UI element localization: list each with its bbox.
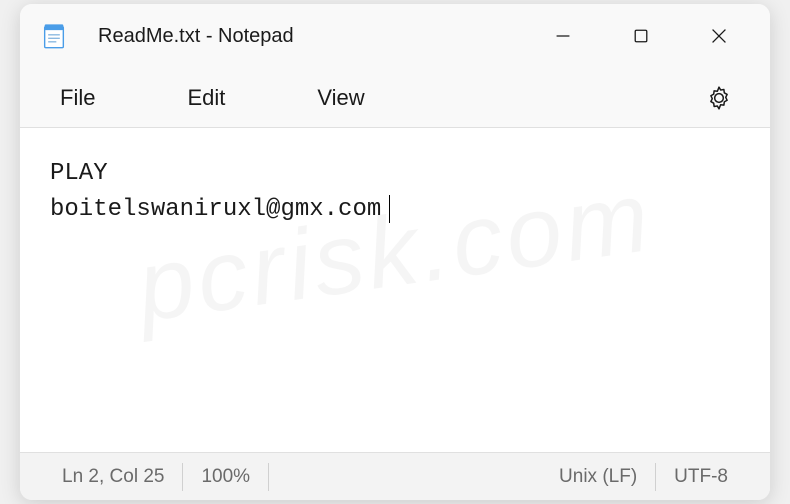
editor-line-1: PLAY [50,160,108,187]
statusbar: Ln 2, Col 25 100% Unix (LF) UTF-8 [20,452,770,500]
maximize-button[interactable] [602,8,680,64]
notepad-window: ReadMe.txt - Notepad File Edit View PLAY… [20,4,770,500]
menubar: File Edit View [20,68,770,128]
window-controls [524,8,758,64]
menu-file[interactable]: File [50,75,105,121]
titlebar: ReadMe.txt - Notepad [20,4,770,68]
editor-line-2: boitelswaniruxl@gmx.com [50,196,381,223]
menu-view[interactable]: View [307,75,374,121]
divider [268,463,269,491]
status-zoom[interactable]: 100% [183,461,268,493]
text-caret [389,195,390,223]
status-lineending: Unix (LF) [541,461,655,493]
minimize-button[interactable] [524,8,602,64]
text-editor[interactable]: PLAY boitelswaniruxl@gmx.com [20,128,770,452]
menu-edit[interactable]: Edit [177,75,235,121]
status-position: Ln 2, Col 25 [44,461,182,493]
gear-icon [706,85,732,111]
status-encoding: UTF-8 [656,461,746,493]
settings-button[interactable] [698,77,740,119]
notepad-icon [40,22,68,50]
window-title: ReadMe.txt - Notepad [98,25,524,48]
close-button[interactable] [680,8,758,64]
